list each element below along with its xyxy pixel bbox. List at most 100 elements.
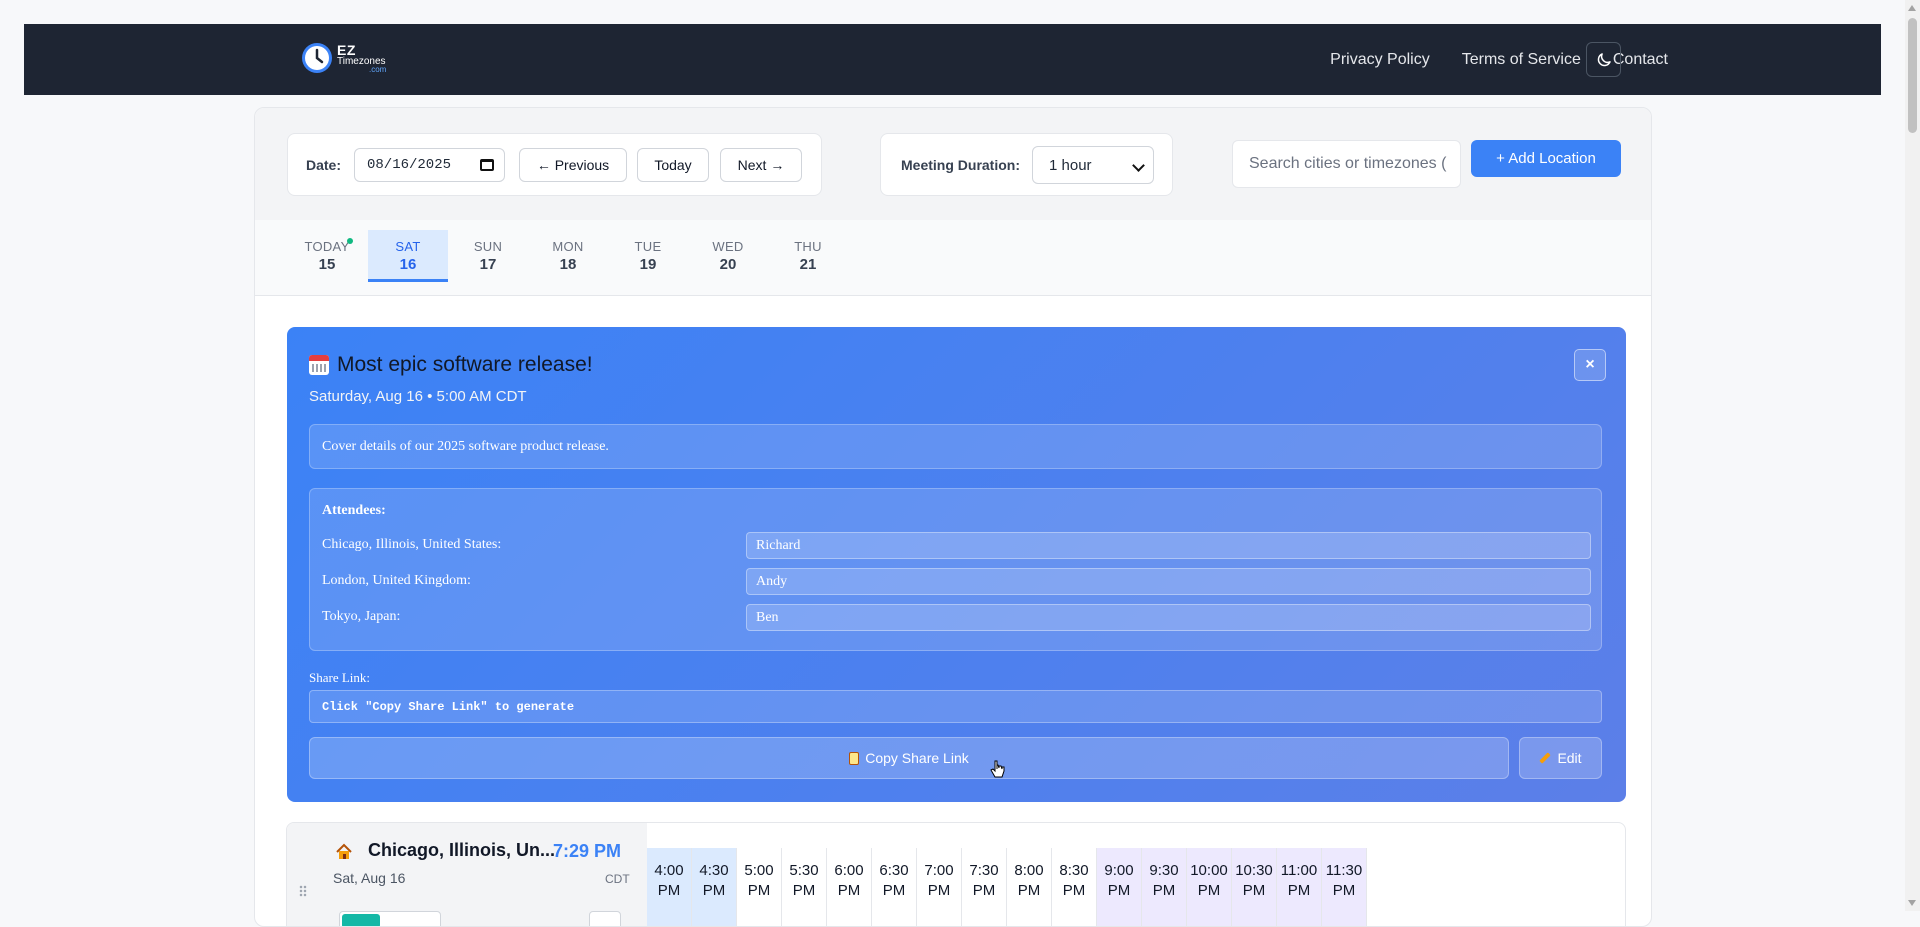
attendee-location: London, United Kingdom: (322, 573, 471, 588)
next-day-button[interactable]: Next → (720, 148, 802, 182)
slot-period: PM (1017, 882, 1041, 899)
event-panel: Most epic software release! Saturday, Au… (287, 327, 1626, 802)
nav-privacy-link[interactable]: Privacy Policy (1330, 51, 1430, 69)
time-slot[interactable]: 4:30 PM (692, 848, 737, 926)
slot-time: 4:00 (654, 862, 684, 879)
day-name: WED (712, 239, 744, 254)
day-name: SUN (473, 239, 503, 254)
nav-terms-link[interactable]: Terms of Service (1462, 51, 1581, 69)
slot-time: 7:30 (969, 862, 999, 879)
time-slot[interactable]: 6:00 PM (827, 848, 872, 926)
day-tab-mon[interactable]: MON 18 (528, 230, 608, 282)
time-slot[interactable]: 11:00 PM (1277, 848, 1322, 926)
day-number: 16 (399, 256, 417, 273)
day-strip: TODAY 15 SAT 16 SUN 17 MON 18 TUE 19 WED… (255, 220, 1651, 296)
slot-period: PM (1197, 882, 1221, 899)
slot-period: PM (882, 882, 906, 899)
location-search-input[interactable]: Search cities or timezones ( (1232, 140, 1461, 188)
share-link-label: Share Link: (309, 670, 371, 685)
location-toggle[interactable] (339, 911, 441, 926)
attendee-name-field[interactable]: Ben (746, 604, 1591, 631)
theme-toggle-button[interactable] (1586, 42, 1621, 77)
location-timezone: CDT (605, 872, 630, 886)
slot-time: 5:00 (744, 862, 774, 879)
calendar-icon[interactable] (480, 159, 494, 171)
event-title: Most epic software release! (337, 353, 593, 376)
day-tab-wed[interactable]: WED 20 (688, 230, 768, 282)
attendee-location: Chicago, Illinois, United States: (322, 537, 502, 552)
copy-share-link-button[interactable]: Copy Share Link (309, 737, 1509, 779)
location-action-button[interactable] (589, 911, 621, 926)
day-tab-today[interactable]: TODAY 15 (287, 230, 367, 282)
slot-period: PM (927, 882, 951, 899)
time-slot[interactable]: 10:00 PM (1187, 848, 1232, 926)
time-slot[interactable]: 10:30 PM (1232, 848, 1277, 926)
day-name: TUE (634, 239, 662, 254)
close-event-button[interactable]: × (1574, 349, 1606, 381)
attendee-name-field[interactable]: Richard (746, 532, 1591, 559)
time-slot[interactable]: 11:30 PM (1322, 848, 1367, 926)
day-name: TODAY (304, 239, 350, 254)
scroll-thumb[interactable] (1908, 18, 1917, 133)
time-slot[interactable]: 7:00 PM (917, 848, 962, 926)
slot-time: 11:30 (1325, 862, 1363, 879)
day-tab-thu[interactable]: THU 21 (768, 230, 848, 282)
duration-select[interactable]: 1 hour (1032, 146, 1154, 184)
home-icon (336, 843, 352, 859)
brand-line1: EZ (337, 41, 356, 58)
time-slot[interactable]: 5:00 PM (737, 848, 782, 926)
previous-day-button[interactable]: ← Previous (519, 148, 627, 182)
day-tab-sat[interactable]: SAT 16 (368, 230, 448, 282)
time-slot[interactable]: 9:30 PM (1142, 848, 1187, 926)
time-slot[interactable]: 5:30 PM (782, 848, 827, 926)
share-link-field[interactable]: Click "Copy Share Link" to generate (309, 690, 1602, 723)
edit-label: Edit (1557, 750, 1582, 766)
date-controls: Date: 08/16/2025 ← Previous Today Next → (287, 133, 822, 196)
attendee-location: Tokyo, Japan: (322, 609, 401, 624)
drag-handle-icon[interactable] (299, 885, 307, 897)
nav-contact-link[interactable]: Contact (1613, 51, 1668, 69)
attendee-name-field[interactable]: Andy (746, 568, 1591, 595)
add-location-button[interactable]: + Add Location (1471, 140, 1621, 177)
slot-period: PM (1107, 882, 1131, 899)
chevron-down-icon (1132, 159, 1145, 172)
day-number: 18 (559, 256, 577, 273)
date-input[interactable]: 08/16/2025 (354, 148, 505, 182)
mouse-pointer-icon (990, 760, 1005, 778)
day-tab-sun[interactable]: SUN 17 (448, 230, 528, 282)
slot-time: 9:30 (1149, 862, 1179, 879)
edit-event-button[interactable]: Edit (1519, 737, 1602, 779)
location-current-time: 7:29 PM (553, 841, 622, 861)
duration-controls: Meeting Duration: 1 hour (880, 133, 1173, 196)
scroll-up-arrow-icon[interactable] (1908, 5, 1916, 11)
slot-time: 9:00 (1104, 862, 1134, 879)
time-slot[interactable]: 8:30 PM (1052, 848, 1097, 926)
day-number: 19 (639, 256, 657, 273)
time-slot[interactable]: 7:30 PM (962, 848, 1007, 926)
slot-time: 5:30 (789, 862, 819, 879)
time-slot[interactable]: 9:00 PM (1097, 848, 1142, 926)
slot-time: 6:30 (879, 862, 909, 879)
pencil-icon (1539, 752, 1552, 764)
slot-period: PM (1242, 882, 1266, 899)
time-slot[interactable]: 6:30 PM (872, 848, 917, 926)
scroll-down-arrow-icon[interactable] (1908, 900, 1916, 906)
brand-logo[interactable]: EZ Timezones .com (301, 42, 386, 74)
brand-line3: .com (369, 64, 387, 74)
attendee-row: London, United Kingdom: Andy (322, 568, 1591, 595)
time-slot[interactable]: 8:00 PM (1007, 848, 1052, 926)
slot-period: PM (1062, 882, 1086, 899)
event-datetime: Saturday, Aug 16 • 5:00 AM CDT (309, 388, 527, 405)
today-button[interactable]: Today (637, 148, 709, 182)
copy-share-link-label: Copy Share Link (865, 750, 969, 766)
page-scrollbar[interactable] (1905, 0, 1920, 911)
calendar-icon (309, 355, 329, 375)
main-container: Date: 08/16/2025 ← Previous Today Next →… (254, 107, 1652, 927)
location-date: Sat, Aug 16 (333, 870, 406, 886)
duration-value: 1 hour (1049, 156, 1092, 174)
day-tab-tue[interactable]: TUE 19 (608, 230, 688, 282)
brand-text: EZ Timezones .com (337, 43, 386, 74)
moon-icon (1597, 52, 1611, 66)
time-slot[interactable]: 4:00 PM (647, 848, 692, 926)
slot-period: PM (1287, 882, 1311, 899)
